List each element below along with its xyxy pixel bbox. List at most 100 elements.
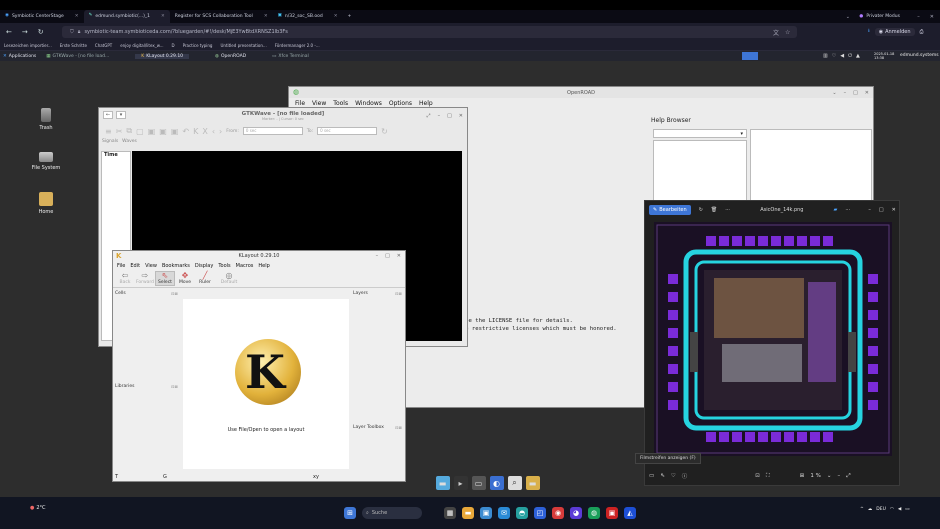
extensions-icon[interactable]: ⎙ — [920, 29, 924, 35]
taskbar-search[interactable]: ⌕ Suche — [362, 507, 422, 519]
desktop-icon-trash[interactable]: Trash — [16, 108, 76, 131]
edit-button[interactable]: ✎ Bearbeiten — [649, 205, 691, 215]
show-desktop-icon[interactable]: ▬ — [435, 476, 450, 490]
menu-display[interactable]: Display — [195, 263, 213, 269]
zoom-fit-icon[interactable]: ▣ — [148, 127, 156, 136]
menu-help[interactable]: Help — [258, 263, 269, 269]
close-icon[interactable]: ✕ — [892, 207, 896, 213]
undo-icon[interactable]: ↶ — [182, 127, 189, 136]
select-tool-button[interactable]: ⇖ Select — [155, 271, 175, 286]
network-icon[interactable]: ▥ — [823, 53, 828, 59]
openroad-console[interactable]: non . See the LICENSE file for details. … — [455, 309, 645, 385]
openroad-titlebar[interactable]: ◍ OpenROAD ⌄ – □ ✕ — [289, 87, 873, 98]
minimize-icon[interactable]: – — [844, 90, 847, 96]
app-icon[interactable]: ◉ — [552, 507, 564, 519]
browser-tab[interactable]: ▣ n/32_soc_SB.ood ✕ — [273, 10, 343, 23]
menu-edit[interactable]: Edit — [130, 263, 140, 269]
photos-icon[interactable]: ◭ — [624, 507, 636, 519]
menu-macros[interactable]: Macros — [236, 263, 254, 269]
panel-controls-icon[interactable]: ⊡⊠ — [171, 384, 178, 389]
task-view-icon[interactable]: ▦ — [444, 507, 456, 519]
move-tool-button[interactable]: ✥ Move — [175, 272, 195, 286]
ruler-tool-button[interactable]: ╱ Ruler — [195, 272, 215, 286]
menu-bookmarks[interactable]: Bookmarks — [162, 263, 190, 269]
file-manager-icon[interactable]: ▭ — [471, 476, 486, 490]
battery-icon[interactable]: ▭ — [905, 507, 909, 512]
end-icon[interactable]: X — [202, 127, 207, 136]
more-icon[interactable]: ⋯ — [845, 207, 850, 213]
delete-icon[interactable]: 🗑︎ — [711, 207, 717, 213]
minimize-icon[interactable]: – — [917, 14, 920, 20]
hamburger-icon[interactable]: ≡ — [105, 127, 112, 136]
applications-menu[interactable]: ✕ Applications — [3, 54, 36, 59]
more-icon[interactable]: ⋯ — [725, 207, 730, 213]
chevron-up-icon[interactable]: ^ — [860, 507, 864, 512]
terminal-icon[interactable]: ▸ — [453, 476, 468, 490]
web-browser-icon[interactable]: ◐ — [489, 476, 504, 490]
weather-widget[interactable]: ● 2°C — [30, 505, 46, 511]
maximize-icon[interactable]: □ — [385, 253, 390, 259]
power-icon[interactable]: ⏻ — [848, 53, 852, 59]
browser-tab[interactable]: ✎ edmund.symbiotic(...)_1 ✕ — [83, 10, 170, 23]
mail-icon[interactable]: ✉ — [498, 507, 510, 519]
close-icon[interactable]: ✕ — [865, 90, 869, 96]
forward-button[interactable]: ⇨ Forward — [135, 272, 155, 286]
volume-icon[interactable]: ◀︎ — [898, 507, 901, 512]
fit-icon[interactable]: ⊡ — [755, 473, 760, 479]
from-time-field[interactable]: 0 sec — [242, 127, 303, 135]
zoom-out-icon[interactable]: ▣ — [171, 127, 179, 136]
info-icon[interactable]: ⓘ — [682, 472, 688, 480]
minimize-icon[interactable]: – — [438, 113, 441, 119]
bookmark-item[interactable]: enjoy digital/litex_w... — [120, 43, 163, 48]
reload-icon[interactable]: ↻ — [381, 127, 388, 136]
cloud-icon[interactable]: ☁ — [868, 507, 873, 512]
zoom-out-icon[interactable]: – — [837, 473, 840, 479]
translate-icon[interactable]: 文 — [773, 28, 779, 37]
copy-icon[interactable]: ⧉ — [126, 126, 132, 136]
workspace-switcher[interactable] — [742, 52, 758, 60]
menu-tools[interactable]: Tools — [333, 100, 348, 107]
bookmark-item[interactable]: Erste Schritte — [60, 43, 87, 48]
close-tab-icon[interactable]: ✕ — [264, 14, 268, 19]
zoom-value[interactable]: 1 % — [810, 473, 820, 479]
menu-view[interactable]: View — [312, 100, 326, 107]
resize-icon[interactable]: ⤢ — [427, 113, 431, 119]
minimize-icon[interactable]: – — [376, 253, 379, 259]
gtkwave-titlebar[interactable]: GTKWave - [no file loaded] Marker: - | C… — [99, 108, 467, 124]
menu-file[interactable]: File — [295, 100, 305, 107]
url-field[interactable]: ⛉ 🔒︎ symbiotic-team.symbioticeda.com/?bl… — [62, 26, 797, 38]
volume-icon[interactable]: ◀︎ — [840, 53, 844, 59]
close-icon[interactable]: ✕ — [397, 253, 401, 259]
minimize-icon[interactable]: – — [868, 207, 871, 213]
tab-list-icon[interactable]: ⌄ — [846, 10, 850, 23]
menu-icon[interactable]: ⌄ — [832, 90, 836, 96]
maximize-icon[interactable]: □ — [853, 90, 858, 96]
layout-canvas[interactable]: K Use File/Open to open a layout — [183, 299, 349, 469]
bookmark-item[interactable]: ChatGPT — [95, 43, 112, 48]
user-icon[interactable]: ▲ — [856, 53, 860, 59]
taskbar-item-klayout[interactable]: K KLayout 0.29.10 — [135, 53, 190, 59]
menu-file[interactable]: File — [117, 263, 125, 269]
close-tab-icon[interactable]: ✕ — [161, 14, 165, 19]
bookmark-item[interactable]: D — [171, 43, 174, 48]
chevron-down-icon[interactable]: ⌄ — [827, 473, 832, 479]
maximize-icon[interactable]: □ — [879, 207, 884, 213]
zoom-icon[interactable]: ⊞ — [800, 473, 805, 479]
explorer-icon[interactable]: ▬ — [462, 507, 474, 519]
panel-controls-icon[interactable]: ⊡⊠ — [171, 291, 178, 296]
back-icon[interactable]: ← — [103, 111, 113, 119]
edge-icon[interactable]: ◓ — [516, 507, 528, 519]
app-icon[interactable]: ▣ — [606, 507, 618, 519]
taskbar-item-openroad[interactable]: ◍ OpenROAD — [215, 54, 246, 59]
desktop-icon-file-system[interactable]: File System — [16, 152, 76, 171]
app-icon[interactable]: ◍ — [588, 507, 600, 519]
reload-icon[interactable]: ↻ — [38, 28, 44, 36]
expand-icon[interactable]: ⤢ — [846, 473, 850, 480]
panel-controls-icon[interactable]: ⊡⊠ — [395, 291, 402, 296]
back-arrow-icon[interactable]: ← — [6, 28, 12, 36]
right-icon[interactable]: › — [219, 127, 222, 136]
forward-arrow-icon[interactable]: → — [22, 28, 28, 36]
bookmark-item[interactable]: Fördermanager 2.0 -... — [275, 43, 320, 48]
klayout-titlebar[interactable]: K KLayout 0.29.10 – □ ✕ — [113, 251, 405, 261]
menu-options[interactable]: Options — [389, 100, 412, 107]
